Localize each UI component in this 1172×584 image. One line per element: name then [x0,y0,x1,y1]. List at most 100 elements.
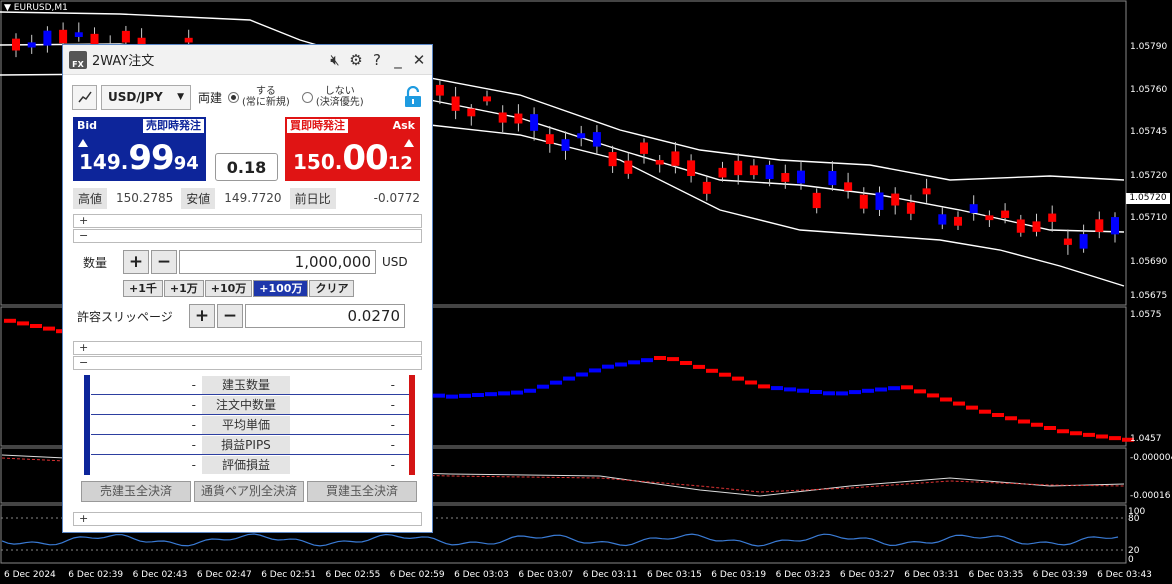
oscillator-step [17,321,29,326]
close-icon[interactable]: ✕ [412,51,426,69]
time-axis-label: 6 Dec 03:03 [454,570,509,580]
quick-add-100k-button[interactable]: +10万 [204,280,253,297]
quick-clear-button[interactable]: クリア [309,280,355,297]
bear-candle [467,108,476,117]
oscillator-step [524,388,536,393]
oscillator-step [550,380,562,385]
time-axis-label: 6 Dec 02:43 [133,570,188,580]
oscillator-step [1018,419,1030,424]
close-all-buy-button[interactable]: 買建玉全決済 [307,481,417,502]
time-axis-label: 6 Dec 03:35 [969,570,1024,580]
bear-candle [671,151,680,166]
price-axis-label: 1.05710 [1130,213,1167,223]
price-axis-label: 1.05720 [1130,171,1167,181]
collapse-section-toggle-2[interactable]: − [73,356,422,370]
slippage-minus-button[interactable]: − [217,304,243,328]
change-value: -0.0772 [373,191,420,205]
time-axis-label: 6 Dec 03:15 [647,570,702,580]
oscillator-step [537,384,549,389]
oscillator-step [966,405,978,410]
oscillator-step [667,357,679,362]
help-icon[interactable]: ? [370,51,384,69]
oscillator-step [849,390,861,395]
expand-section-toggle-3[interactable]: + [73,512,422,526]
minimize-icon[interactable]: _ [391,51,405,69]
gear-icon[interactable]: ⚙ [349,51,363,69]
quantity-input[interactable]: 1,000,000 [179,250,376,274]
hedge-on-radio[interactable] [228,91,240,103]
bear-candle [483,96,491,102]
quick-add-1m-button[interactable]: +100万 [253,280,309,297]
oscillator-step [589,368,601,373]
quantity-plus-button[interactable]: + [123,250,149,274]
oscillator-step [446,394,458,399]
oscillator-step [511,390,523,395]
bull-candle [74,32,83,37]
bear-candle [922,188,931,195]
bear-candle [1032,221,1041,232]
bear-candle [655,160,664,165]
sound-mute-icon[interactable]: 🔇︎ [328,51,342,69]
close-all-sell-button[interactable]: 売建玉全決済 [81,481,191,502]
sell-instant-button[interactable]: 売即時発注 [143,119,204,133]
oscillator-step [641,358,653,363]
dialog-titlebar[interactable]: FX 2WAY注文 🔇︎ ⚙ ? _ ✕ [63,45,432,75]
chart-icon[interactable] [72,84,97,110]
quantity-minus-button[interactable]: − [151,250,177,274]
ask-label: Ask [392,119,415,132]
time-axis-label: 6 Dec 02:51 [261,570,316,580]
dialog-title: 2WAY注文 [92,54,155,69]
time-axis-label: 6 Dec 2024 [4,570,56,580]
collapse-section-toggle[interactable]: − [73,229,422,243]
oscillator-step [719,372,731,377]
bull-candle [875,192,884,210]
ask-buy-panel[interactable]: 買即時発注 Ask 150.0012 [285,117,420,181]
expand-section-toggle[interactable]: + [73,214,422,228]
slippage-input[interactable]: 0.0270 [245,304,405,328]
bear-candle [985,215,994,221]
oscillator-step [979,409,991,414]
quick-add-1k-button[interactable]: +1千 [123,280,163,297]
oscillator-step [693,364,705,369]
bear-candle [1048,213,1057,222]
slippage-plus-button[interactable]: + [189,304,215,328]
oscillator-step [732,376,744,381]
bid-sell-panel[interactable]: Bid 売即時発注 149.9994 [73,117,206,181]
time-axis-label: 6 Dec 03:43 [1097,570,1152,580]
ask-price: 150.0012 [293,138,413,178]
price-axis-label: 1.05760 [1130,85,1167,95]
quantity-unit: USD [382,255,408,269]
oscillator-step [888,386,900,391]
oscillator-step [875,387,887,392]
hedge-off-label: しない (決済優先) [315,86,364,108]
oscillator-step [797,388,809,393]
bear-candle [1063,238,1072,245]
oscillator-step [30,324,42,328]
bear-candle [954,216,962,226]
bull-candle [969,204,978,214]
bear-candle [844,182,853,191]
oscillator-step [43,326,55,331]
currency-pair-select[interactable]: USD/JPY ▼ [101,84,191,110]
oscillator-step [1096,434,1108,439]
fx-logo-icon: FX [69,50,87,69]
oscillator-step [1005,416,1017,421]
unlock-icon[interactable] [403,85,423,108]
bear-candle [859,194,868,209]
oscillator-step [1083,432,1095,437]
chevron-down-icon: ▼ [177,92,184,102]
bear-candle [608,152,617,167]
buy-instant-button[interactable]: 買即時発注 [287,119,348,133]
low-value: 149.7720 [224,191,282,205]
currency-pair-value: USD/JPY [108,90,163,104]
time-axis-label: 6 Dec 03:39 [1033,570,1088,580]
expand-section-toggle-2[interactable]: + [73,341,422,355]
oscillator-step [459,393,471,398]
bear-candle [702,181,711,194]
close-all-pair-button[interactable]: 通貨ペア別全決済 [194,481,304,502]
quick-add-10k-button[interactable]: +1万 [163,280,204,297]
two-way-order-dialog[interactable]: FX 2WAY注文 🔇︎ ⚙ ? _ ✕ USD/JPY ▼ 両建 する (常に新… [62,44,433,533]
oscillator-step [758,384,770,389]
bear-candle [1095,219,1104,232]
hedge-off-radio[interactable] [301,91,313,103]
